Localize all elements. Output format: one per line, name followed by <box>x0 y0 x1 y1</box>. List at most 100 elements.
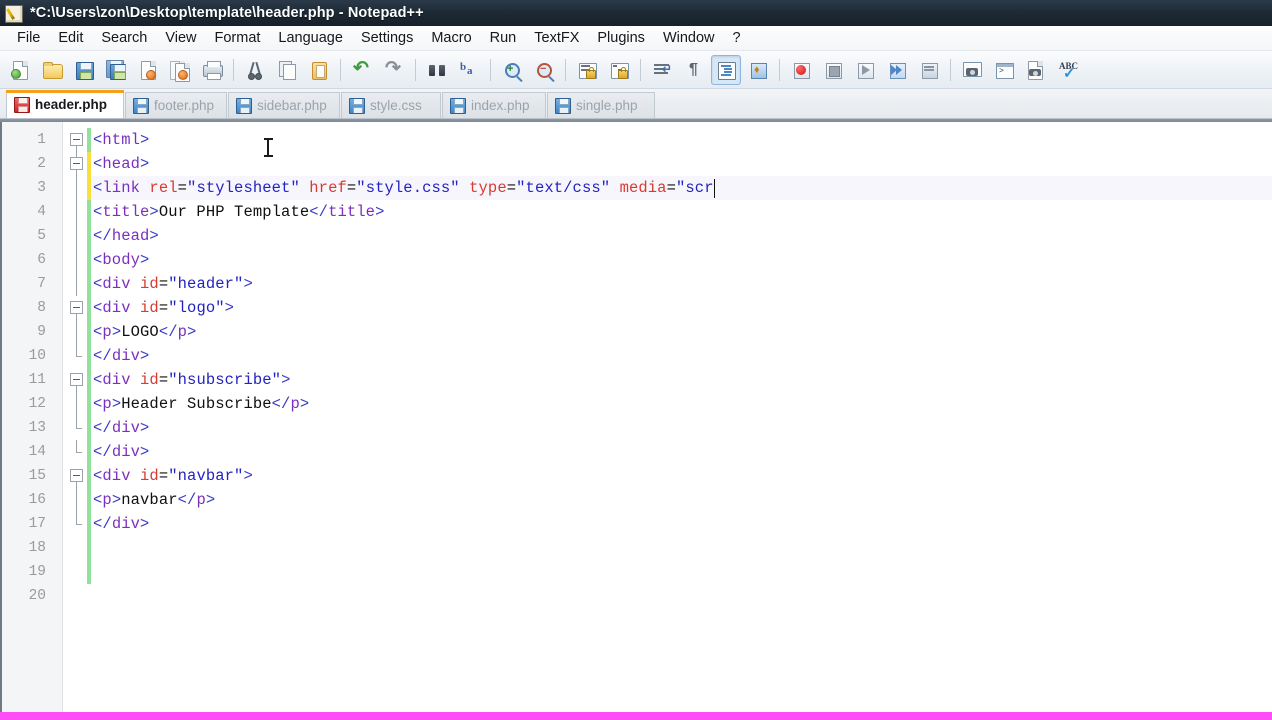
paste-button[interactable] <box>304 55 334 85</box>
undo-button[interactable]: ↶ <box>347 55 377 85</box>
tab-style-css[interactable]: style.css <box>341 92 441 118</box>
code-line[interactable]: <title>Our PHP Template</title> <box>93 200 385 224</box>
tab-header-php[interactable]: header.php <box>6 90 124 118</box>
code-line[interactable]: <p>navbar</p> <box>93 488 215 512</box>
code-line[interactable]: <div id="logo"> <box>93 296 234 320</box>
token-brkt: > <box>205 491 216 509</box>
window-title: *C:\Users\zon\Desktop\template\header.ph… <box>30 5 424 21</box>
token-brkt: </ <box>93 515 112 533</box>
save-button[interactable] <box>69 55 99 85</box>
menu-item-format[interactable]: Format <box>206 27 270 50</box>
fold-collapse-box[interactable] <box>70 301 83 314</box>
fold-collapse-box[interactable] <box>70 133 83 146</box>
token-eq: = <box>177 179 188 197</box>
zoom-out-button[interactable]: − <box>529 55 559 85</box>
copy-button[interactable] <box>272 55 302 85</box>
code-line[interactable]: <head> <box>93 152 149 176</box>
replace-button[interactable]: ba <box>454 55 484 85</box>
code-line[interactable]: </head> <box>93 224 159 248</box>
code-line[interactable]: </div> <box>93 344 149 368</box>
toolbar-separator <box>490 58 491 81</box>
sync-horizontal-scroll-button[interactable] <box>604 55 634 85</box>
token-brkt: > <box>111 395 122 413</box>
menu-item-plugins[interactable]: Plugins <box>588 27 654 50</box>
code-editor[interactable]: 1 2 3 4 5 6 7 8 9 10 11 12 13 14 15 16 17 18 19 20 <html> <h… <box>0 122 1272 712</box>
fold-collapse-box[interactable] <box>70 469 83 482</box>
saved-file-icon <box>133 98 149 114</box>
token-eq: = <box>158 299 169 317</box>
tab-index-php[interactable]: index.php <box>442 92 546 118</box>
menu-item-settings[interactable]: Settings <box>352 27 422 50</box>
menu-item-search[interactable]: Search <box>92 27 156 50</box>
token-val: "header" <box>168 275 244 293</box>
find-button[interactable] <box>422 55 452 85</box>
menu-item-language[interactable]: Language <box>269 27 352 50</box>
menu-item-edit[interactable]: Edit <box>49 27 92 50</box>
code-line[interactable]: <p>LOGO</p> <box>93 320 196 344</box>
word-wrap-button[interactable]: ↵ <box>647 55 677 85</box>
token-tag: title <box>328 203 376 221</box>
line-number: 19 <box>28 564 46 580</box>
code-line[interactable]: <p>Header Subscribe</p> <box>93 392 309 416</box>
token-attr: id <box>140 371 159 389</box>
code-line[interactable]: <html> <box>93 128 149 152</box>
show-all-characters-button[interactable]: ¶ <box>679 55 709 85</box>
menu-item-window[interactable]: Window <box>654 27 724 50</box>
token-text: navbar <box>121 491 178 509</box>
record-macro-button[interactable] <box>786 55 816 85</box>
tab-label: style.css <box>370 98 422 113</box>
menu-item-file[interactable]: File <box>8 27 49 50</box>
close-all-button[interactable] <box>165 55 195 85</box>
code-line[interactable]: <div id="header"> <box>93 272 253 296</box>
fold-collapse-box[interactable] <box>70 157 83 170</box>
code-line[interactable]: <div id="navbar"> <box>93 464 253 488</box>
fold-collapse-box[interactable] <box>70 373 83 386</box>
play-macro-icon <box>855 60 875 80</box>
new-file-button[interactable] <box>5 55 35 85</box>
code-line[interactable]: <link rel="stylesheet" href="style.css" … <box>93 176 714 200</box>
stop-recording-button[interactable] <box>818 55 848 85</box>
redo-button[interactable]: ↷ <box>379 55 409 85</box>
zoom-in-button[interactable]: + <box>497 55 527 85</box>
zoom-out-icon: − <box>534 60 554 80</box>
open-file-button[interactable] <box>37 55 67 85</box>
folder-as-workspace-button[interactable] <box>1021 55 1051 85</box>
run-macro-multiple-button[interactable] <box>882 55 912 85</box>
function-list-button[interactable] <box>989 55 1019 85</box>
cut-button[interactable] <box>240 55 270 85</box>
token-brkt: < <box>93 179 103 197</box>
save-all-button[interactable] <box>101 55 131 85</box>
indent-guide-button[interactable] <box>711 54 741 85</box>
sync-vertical-scroll-button[interactable] <box>572 55 602 85</box>
menu-item-macro[interactable]: Macro <box>422 27 480 50</box>
title-bar: *C:\Users\zon\Desktop\template\header.ph… <box>0 0 1272 26</box>
menu-item-run[interactable]: Run <box>481 27 526 50</box>
play-macro-button[interactable] <box>850 55 880 85</box>
code-line[interactable]: </div> <box>93 440 149 464</box>
spell-check-button[interactable]: ABC ✓ <box>1053 55 1083 85</box>
save-macro-button[interactable] <box>914 55 944 85</box>
token-brkt: </ <box>158 323 178 341</box>
token-attr: media <box>619 179 667 197</box>
menu-item-view[interactable]: View <box>156 27 205 50</box>
tab-footer-php[interactable]: footer.php <box>125 92 227 118</box>
code-text-area[interactable]: <html> <head> <link rel="stylesheet" href=… <box>91 122 1272 712</box>
line-number: 16 <box>28 492 46 508</box>
menu-item-textfx[interactable]: TextFX <box>525 27 588 50</box>
replace-icon: ba <box>460 60 473 77</box>
close-file-button[interactable] <box>133 55 163 85</box>
token-attr: type <box>469 179 507 197</box>
menu-item-[interactable]: ? <box>724 27 750 50</box>
tab-single-php[interactable]: single.php <box>547 92 655 118</box>
document-map-button[interactable] <box>957 55 987 85</box>
print-button[interactable] <box>197 55 227 85</box>
fold-margin[interactable] <box>63 122 89 712</box>
code-line[interactable]: </div> <box>93 416 149 440</box>
code-line[interactable]: </div> <box>93 512 149 536</box>
code-line[interactable]: <body> <box>93 248 149 272</box>
line-number: 1 <box>37 132 46 148</box>
code-line[interactable]: <div id="hsubscribe"> <box>93 368 290 392</box>
tab-sidebar-php[interactable]: sidebar.php <box>228 92 340 118</box>
user-defined-language-button[interactable]: ♦ <box>743 55 773 85</box>
